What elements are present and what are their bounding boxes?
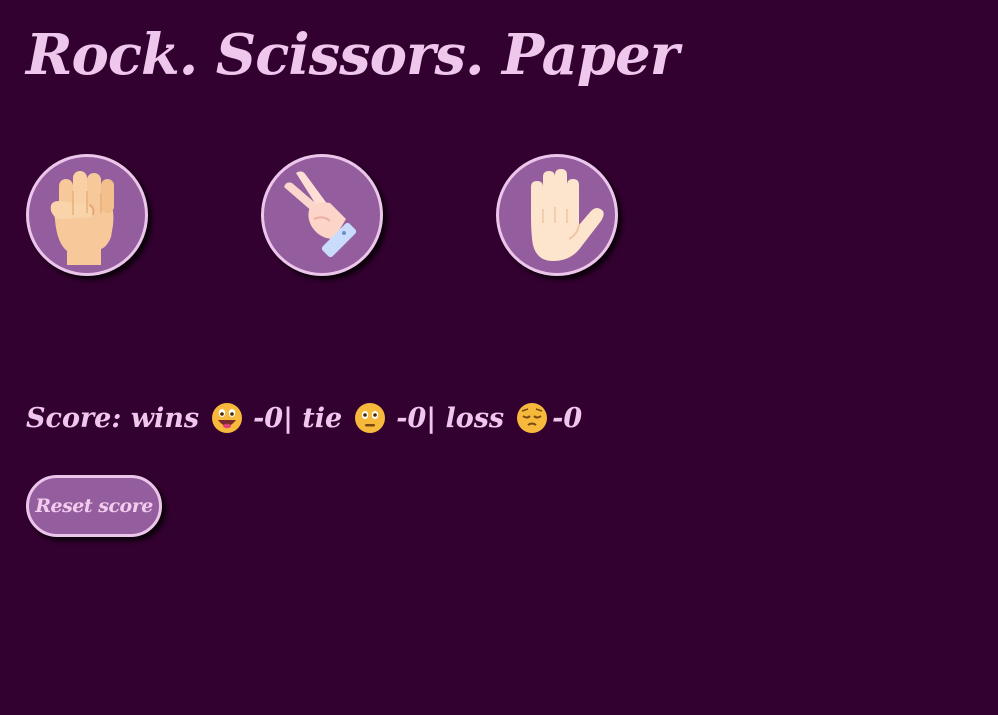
rock-button[interactable] — [26, 154, 148, 276]
fist-hand-icon — [45, 165, 129, 265]
loss-label: | loss — [426, 402, 505, 434]
pensive-face-icon — [516, 402, 548, 434]
page-title: Rock. Scissors. Paper — [26, 22, 679, 88]
grinning-face-icon — [211, 402, 243, 434]
score-line: Score: wins - 0 | tie - 0 | loss - 0 — [26, 402, 582, 434]
scissors-button[interactable] — [261, 154, 383, 276]
wins-count: 0 — [264, 402, 284, 434]
reset-score-button[interactable]: Reset score — [26, 475, 162, 537]
open-hand-icon — [507, 165, 607, 265]
loss-count: 0 — [563, 402, 583, 434]
tie-count: 0 — [407, 402, 427, 434]
wins-separator: - — [253, 402, 265, 434]
paper-button[interactable] — [496, 154, 618, 276]
score-prefix: Score: wins — [26, 402, 200, 434]
neutral-face-icon — [354, 402, 386, 434]
tie-label: | tie — [283, 402, 343, 434]
tie-separator: - — [396, 402, 408, 434]
loss-separator: - — [552, 402, 564, 434]
victory-hand-icon — [274, 167, 370, 263]
